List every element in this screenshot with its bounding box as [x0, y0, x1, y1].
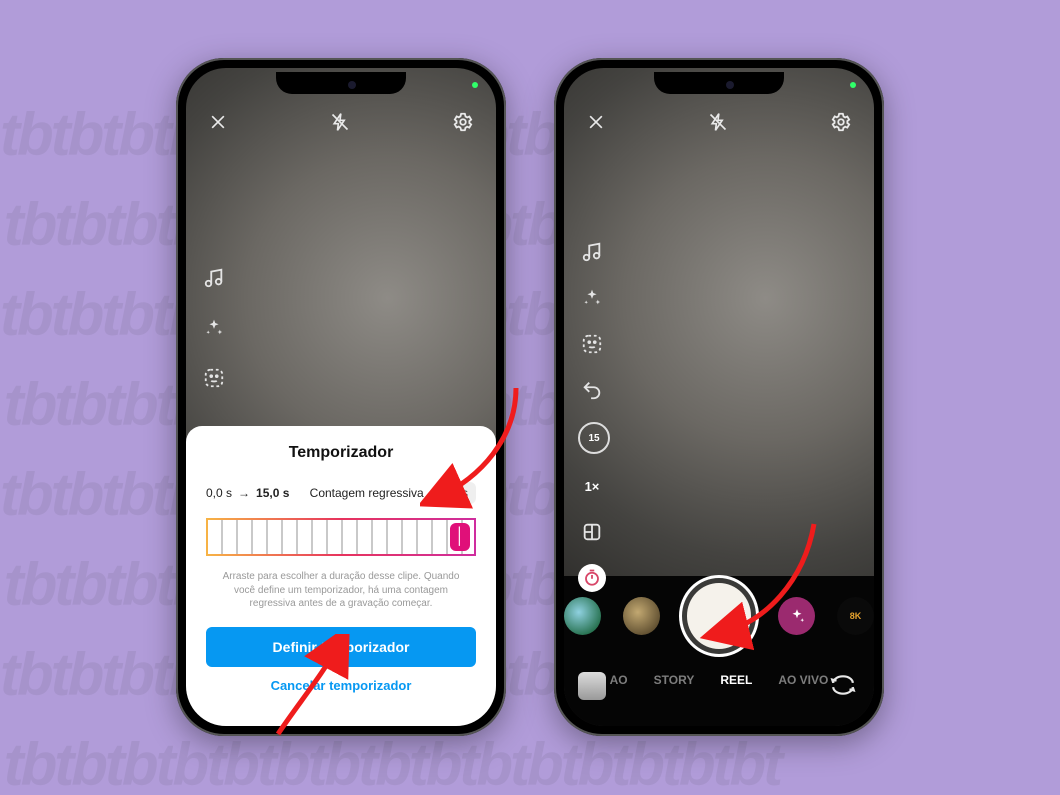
camera-flip-icon[interactable] [830, 674, 856, 696]
mode-ao[interactable]: AO [610, 673, 628, 687]
countdown-value-chip[interactable]: 3 s [444, 482, 476, 504]
close-icon[interactable] [586, 112, 606, 132]
settings-icon[interactable] [452, 111, 474, 133]
effect-thumb-1[interactable] [564, 597, 601, 635]
mode-story[interactable]: STORY [654, 673, 695, 687]
duration-15-icon[interactable]: 15 [578, 422, 610, 454]
cancel-timer-button[interactable]: Cancelar temporizador [265, 677, 418, 694]
undo-icon[interactable] [578, 376, 606, 404]
shutter-button[interactable] [682, 578, 756, 654]
set-timer-button[interactable]: Definir temporizador [206, 627, 476, 667]
notch [654, 72, 784, 94]
music-icon[interactable] [578, 238, 606, 266]
effects-sparkle-icon[interactable] [578, 284, 606, 312]
mode-live[interactable]: AO VIVO [778, 673, 828, 687]
settings-icon[interactable] [830, 111, 852, 133]
sheet-title: Temporizador [289, 444, 394, 462]
duration-slider[interactable]: │ [206, 518, 476, 556]
camera-active-dot [850, 82, 856, 88]
zoom-1x[interactable]: 1× [578, 472, 606, 500]
face-filter-icon[interactable] [200, 364, 228, 392]
clip-range: 0,0 s → 15,0 s [206, 486, 289, 500]
close-icon[interactable] [208, 112, 228, 132]
countdown-label: Contagem regressiva [310, 486, 424, 500]
camera-active-dot [472, 82, 478, 88]
timer-sheet: Temporizador 0,0 s → 15,0 s Contagem reg… [186, 426, 496, 726]
layout-icon[interactable] [578, 518, 606, 546]
notch [276, 72, 406, 94]
slider-handle[interactable]: │ [450, 523, 470, 551]
music-icon[interactable] [200, 264, 228, 292]
flash-off-icon[interactable] [330, 110, 350, 134]
face-filter-icon[interactable] [578, 330, 606, 358]
effect-thumb-8k[interactable]: 8K [837, 597, 874, 635]
effects-sparkle-icon[interactable] [200, 314, 228, 342]
sheet-help-text: Arraste para escolher a duração desse cl… [212, 570, 470, 611]
watermark: tbtbtbtbtbtbtbtbtbtbtbtbtbtbtbtb tbtbtbt… [0, 0, 1060, 795]
mode-reel[interactable]: REEL [720, 673, 752, 687]
effect-thumb-2[interactable] [623, 597, 660, 635]
effect-thumb-sparkle[interactable] [778, 597, 815, 635]
phone-right: 15 1× 8K AO STORY REEL [554, 58, 884, 736]
flash-off-icon[interactable] [708, 110, 728, 134]
phone-left: Temporizador 0,0 s → 15,0 s Contagem reg… [176, 58, 506, 736]
